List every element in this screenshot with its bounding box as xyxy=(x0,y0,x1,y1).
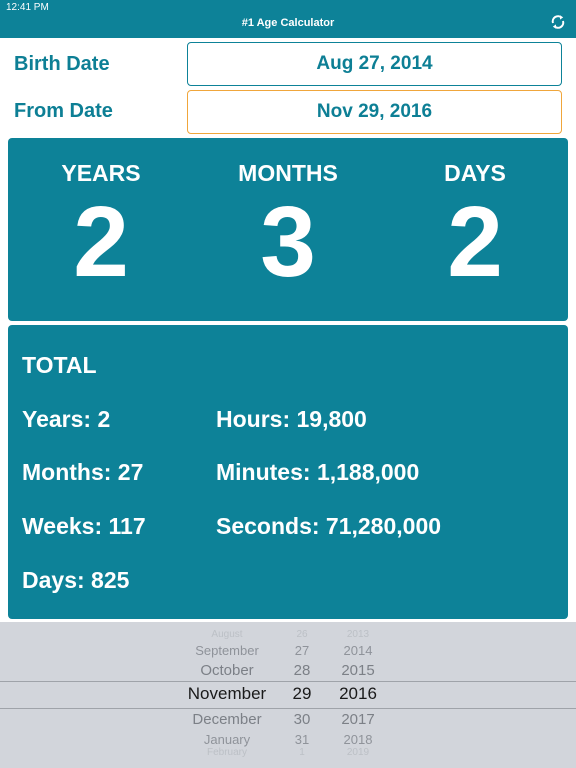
total-minutes: Minutes: 1,188,000 xyxy=(216,459,420,485)
years-label: YEARS xyxy=(61,160,141,186)
date-picker[interactable]: August September October November Decemb… xyxy=(0,622,576,768)
picker-day-item[interactable]: 28 xyxy=(281,662,323,679)
picker-month-selected[interactable]: November xyxy=(166,684,288,704)
age-result-panel: YEARS 2 MONTHS 3 DAYS 2 xyxy=(8,138,568,321)
picker-year-item[interactable]: 2019 xyxy=(332,748,384,758)
birth-date-label: Birth Date xyxy=(14,53,110,75)
months-column: MONTHS 3 xyxy=(195,138,381,297)
app-header: 12:41 PM #1 Age Calculator xyxy=(0,0,576,38)
years-value: 2 xyxy=(73,186,129,298)
picker-year-item[interactable]: 2013 xyxy=(332,630,384,640)
picker-selection-bottom-line xyxy=(0,708,576,709)
total-weeks: Weeks: 117 xyxy=(22,513,146,539)
picker-selection-top-line xyxy=(0,681,576,682)
total-heading: TOTAL xyxy=(22,352,97,378)
picker-month-item[interactable]: December xyxy=(166,711,288,728)
total-hours: Hours: 19,800 xyxy=(216,406,367,432)
from-date-field[interactable]: Nov 29, 2016 xyxy=(187,90,562,134)
picker-day-item[interactable]: 30 xyxy=(281,711,323,728)
picker-day-selected[interactable]: 29 xyxy=(281,684,323,704)
picker-year-selected[interactable]: 2016 xyxy=(332,684,384,704)
days-label: DAYS xyxy=(444,160,506,186)
refresh-button[interactable] xyxy=(548,12,568,32)
status-time: 12:41 PM xyxy=(6,2,49,13)
picker-year-item[interactable]: 2018 xyxy=(332,732,384,747)
from-date-label: From Date xyxy=(14,100,113,122)
picker-month-item[interactable]: January xyxy=(166,732,288,747)
months-value: 3 xyxy=(260,186,316,298)
days-column: DAYS 2 xyxy=(382,138,568,297)
total-seconds: Seconds: 71,280,000 xyxy=(216,513,442,539)
picker-day-item[interactable]: 27 xyxy=(281,643,323,658)
birth-date-field[interactable]: Aug 27, 2014 xyxy=(187,42,562,86)
days-value: 2 xyxy=(447,186,503,298)
total-panel: TOTAL Years: 2 Months: 27 Weeks: 117 Day… xyxy=(8,325,568,619)
app-title: #1 Age Calculator xyxy=(241,17,335,29)
picker-month-item[interactable]: October xyxy=(166,662,288,679)
months-label: MONTHS xyxy=(238,160,338,186)
years-column: YEARS 2 xyxy=(8,138,194,297)
picker-year-item[interactable]: 2014 xyxy=(332,643,384,658)
picker-month-item[interactable]: August xyxy=(166,630,288,640)
picker-year-item[interactable]: 2015 xyxy=(332,662,384,679)
total-days: Days: 825 xyxy=(22,567,130,593)
picker-day-item[interactable]: 26 xyxy=(281,630,323,640)
picker-year-item[interactable]: 2017 xyxy=(332,711,384,728)
total-years: Years: 2 xyxy=(22,406,111,432)
total-months: Months: 27 xyxy=(22,459,144,485)
refresh-icon xyxy=(551,15,565,29)
picker-day-item[interactable]: 1 xyxy=(281,748,323,758)
picker-day-item[interactable]: 31 xyxy=(281,732,323,747)
picker-month-item[interactable]: February xyxy=(166,748,288,758)
picker-month-item[interactable]: September xyxy=(166,643,288,658)
